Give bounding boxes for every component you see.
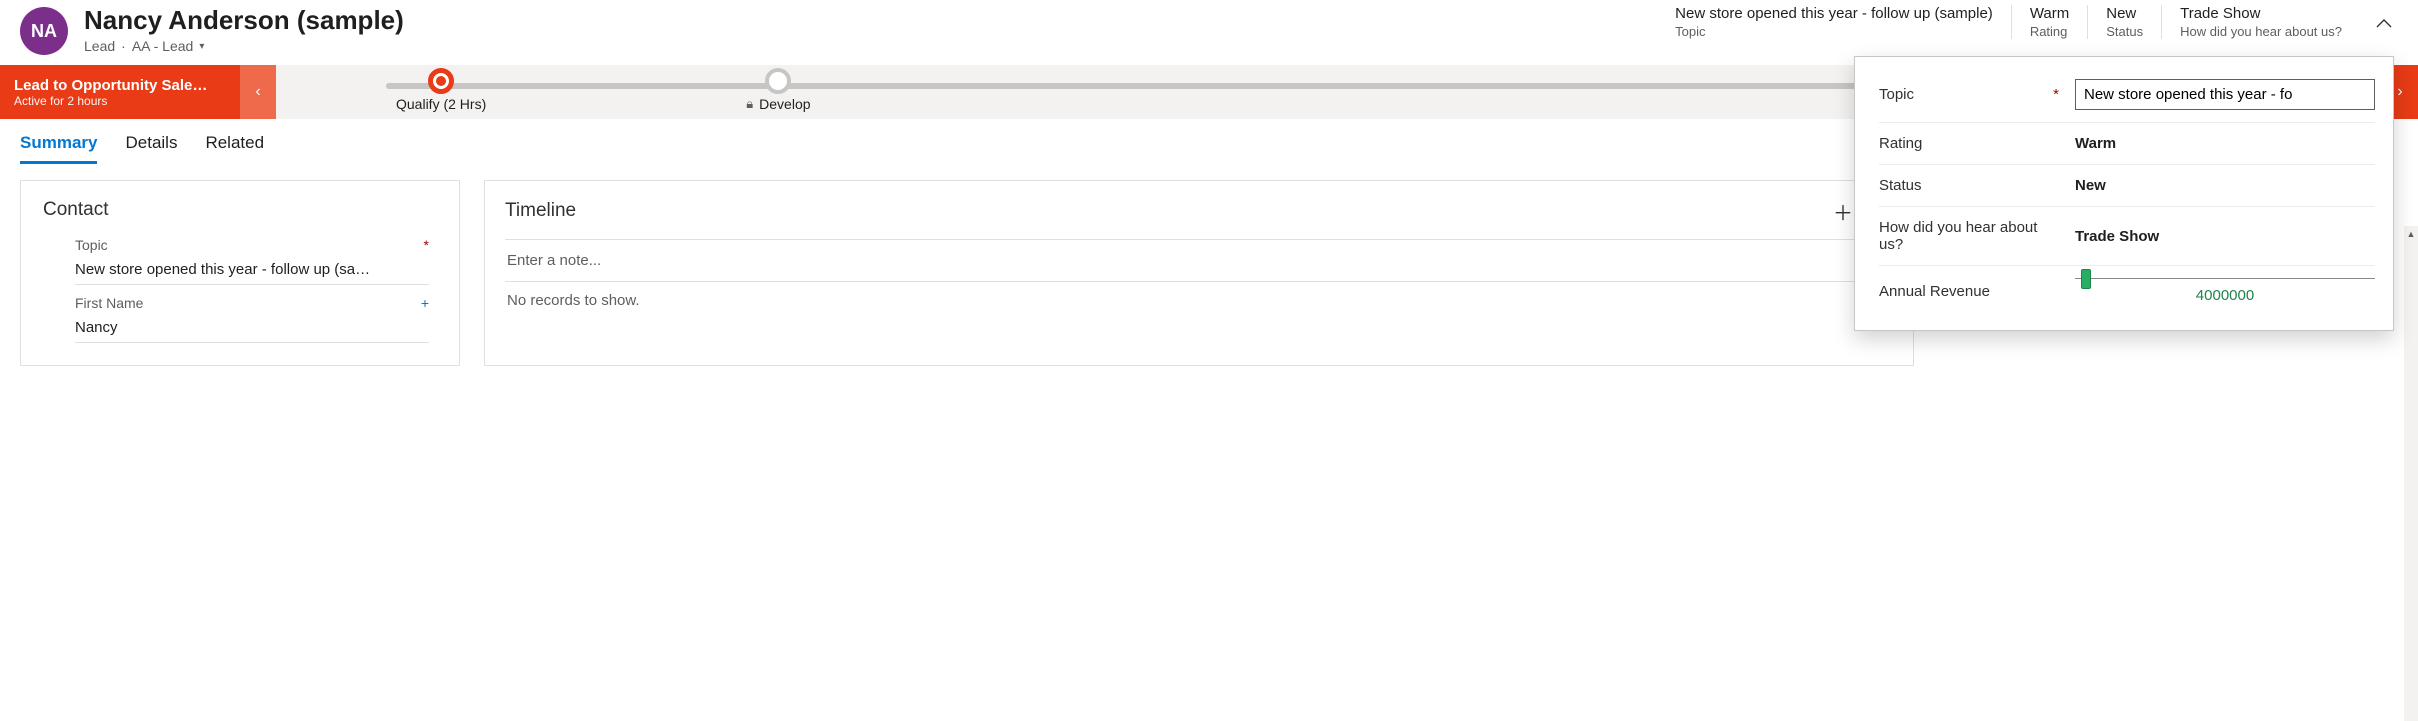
slider-thumb[interactable] [2081, 269, 2091, 289]
tab-summary[interactable]: Summary [20, 133, 97, 164]
flyout-row-source[interactable]: How did you hear about us? Trade Show [1879, 207, 2375, 266]
revenue-slider[interactable] [2075, 278, 2375, 279]
required-icon: * [2053, 86, 2059, 103]
section-title-timeline: Timeline [505, 200, 1821, 222]
header-fields: New store opened this year - follow up (… [1657, 5, 2398, 39]
bpf-name[interactable]: Lead to Opportunity Sale… Active for 2 h… [0, 65, 240, 119]
contact-section: Contact Topic * New store opened this ye… [20, 180, 460, 366]
bpf-stage-qualify[interactable]: Qualify (2 Hrs) [396, 72, 486, 112]
section-title-contact: Contact [43, 199, 437, 221]
revenue-value: 4000000 [2075, 287, 2375, 304]
flyout-row-status[interactable]: Status New [1879, 165, 2375, 207]
page-title: Nancy Anderson (sample) [84, 5, 404, 36]
timeline-empty-text: No records to show. [505, 282, 1893, 319]
timeline-section: Timeline ＋ Enter a note... No records to… [484, 180, 1914, 366]
required-icon: * [424, 237, 429, 253]
recommended-icon: + [421, 295, 429, 311]
field-topic[interactable]: Topic * New store opened this year - fol… [75, 237, 437, 285]
entity-label: Lead [84, 38, 115, 54]
avatar: NA [20, 7, 68, 55]
form-name: AA - Lead [132, 38, 194, 54]
field-topic-value[interactable]: New store opened this year - follow up (… [75, 253, 429, 285]
scroll-up-icon[interactable]: ▲ [2404, 226, 2418, 242]
chevron-down-icon: ▾ [199, 41, 204, 52]
header-flyout: Topic * Rating Warm Status New How did y… [1854, 56, 2394, 331]
flyout-topic-input[interactable] [2075, 79, 2375, 110]
header-field-rating[interactable]: Warm Rating [2011, 5, 2087, 39]
form-selector[interactable]: Lead · AA - Lead ▾ [84, 38, 404, 54]
header-field-status[interactable]: New Status [2087, 5, 2161, 39]
lock-icon: 🔒︎ [746, 96, 753, 112]
bpf-stage-indicator [765, 68, 791, 94]
flyout-row-rating[interactable]: Rating Warm [1879, 123, 2375, 165]
flyout-row-topic: Topic * [1879, 67, 2375, 123]
header-collapse-button[interactable] [2370, 9, 2398, 37]
vertical-scrollbar[interactable]: ▲ [2404, 226, 2418, 721]
bpf-prev-button[interactable]: ‹ [240, 65, 276, 119]
header-field-source[interactable]: Trade Show How did you hear about us? [2161, 5, 2360, 39]
tab-related[interactable]: Related [205, 133, 264, 164]
timeline-note-input[interactable]: Enter a note... [505, 239, 1893, 282]
bpf-stage-develop[interactable]: 🔒︎ Develop [746, 72, 810, 112]
field-first-name[interactable]: First Name + Nancy [75, 295, 437, 343]
field-first-name-value[interactable]: Nancy [75, 311, 429, 343]
add-icon[interactable]: ＋ [1829, 197, 1857, 225]
flyout-row-revenue[interactable]: Annual Revenue 4000000 [1879, 266, 2375, 316]
tab-details[interactable]: Details [125, 133, 177, 164]
chevron-up-icon [2376, 18, 2392, 28]
bpf-stage-indicator-active [428, 68, 454, 94]
header-field-topic[interactable]: New store opened this year - follow up (… [1657, 5, 2011, 39]
